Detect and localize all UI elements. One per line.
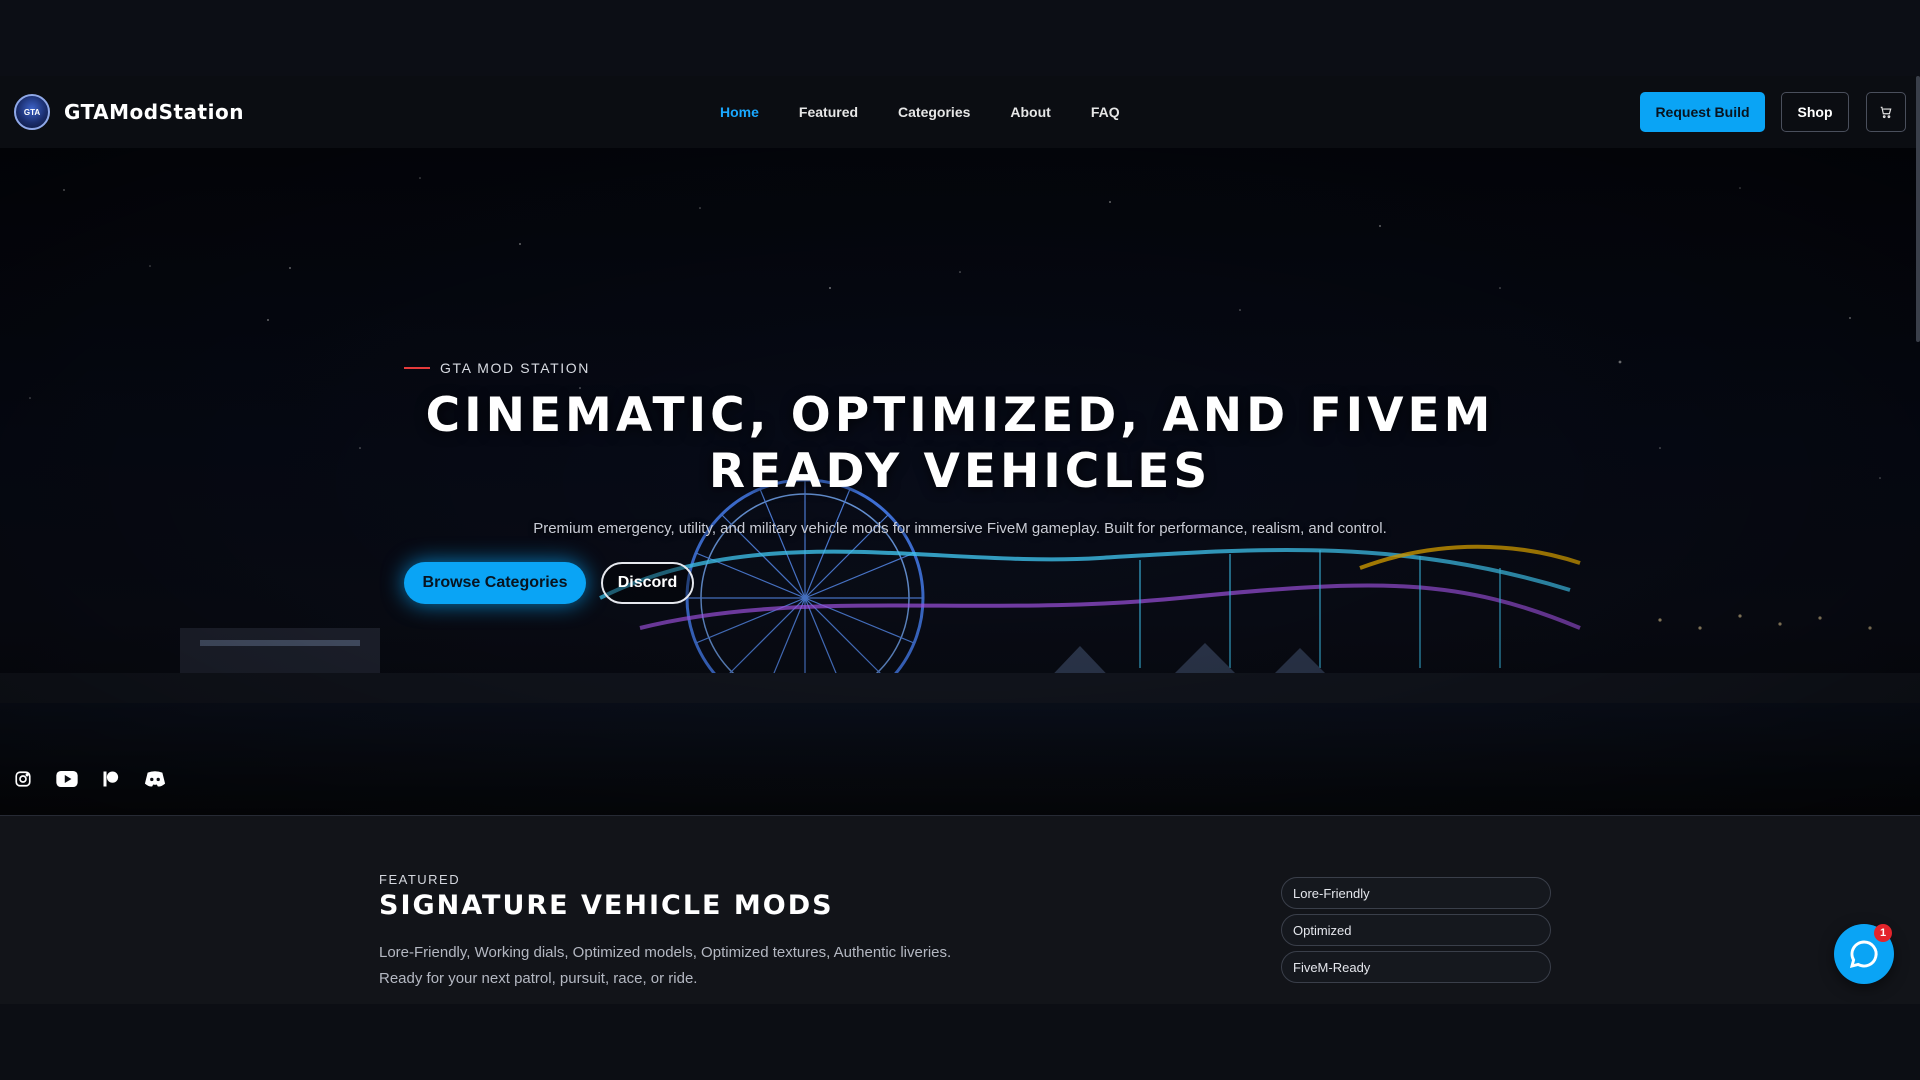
chat-bubble-icon bbox=[1849, 940, 1878, 969]
nav-featured[interactable]: Featured bbox=[799, 104, 858, 120]
patreon-icon bbox=[103, 771, 119, 787]
hero-title-line1: CINEMATIC, OPTIMIZED, AND FIVEM bbox=[425, 388, 1495, 443]
discord-icon bbox=[144, 771, 166, 787]
brand[interactable]: GTA GTAModStation bbox=[14, 94, 244, 130]
eyebrow-accent-line bbox=[404, 367, 430, 369]
feature-tags: Lore-Friendly Optimized FiveM-Ready bbox=[1281, 877, 1551, 988]
discord-link[interactable] bbox=[144, 768, 166, 790]
instagram-link[interactable] bbox=[12, 768, 34, 790]
tag-optimized: Optimized bbox=[1281, 914, 1551, 946]
cart-icon bbox=[1880, 106, 1892, 119]
browse-categories-button[interactable]: Browse Categories bbox=[404, 562, 586, 604]
featured-section: FEATURED SIGNATURE VEHICLE MODS Lore-Fri… bbox=[0, 816, 1920, 1004]
social-links bbox=[12, 768, 188, 790]
hero: GTA MOD STATION CINEMATIC, OPTIMIZED, AN… bbox=[0, 148, 1920, 816]
bottom-band bbox=[0, 1004, 1920, 1080]
request-build-button[interactable]: Request Build bbox=[1640, 92, 1765, 132]
hero-title: CINEMATIC, OPTIMIZED, AND FIVEM READY VE… bbox=[360, 388, 1560, 500]
discord-button[interactable]: Discord bbox=[601, 562, 694, 604]
brand-logo-icon: GTA bbox=[14, 94, 50, 130]
navbar: GTA GTAModStation Home Featured Categori… bbox=[0, 76, 1920, 148]
featured-description: Lore-Friendly, Working dials, Optimized … bbox=[379, 944, 952, 987]
brand-logo-text: GTA bbox=[23, 107, 41, 117]
tag-fivem-ready: FiveM-Ready bbox=[1281, 951, 1551, 983]
nav-faq[interactable]: FAQ bbox=[1091, 104, 1120, 120]
patreon-link[interactable] bbox=[100, 768, 122, 790]
chat-notification-badge: 1 bbox=[1874, 924, 1892, 942]
featured-eyebrow: FEATURED bbox=[379, 872, 461, 887]
hero-title-line2: READY VEHICLES bbox=[708, 444, 1212, 499]
nav-home[interactable]: Home bbox=[720, 104, 759, 120]
tag-lore-friendly: Lore-Friendly bbox=[1281, 877, 1551, 909]
brand-name: GTAModStation bbox=[64, 100, 244, 124]
nav-categories[interactable]: Categories bbox=[898, 104, 970, 120]
youtube-link[interactable] bbox=[56, 768, 78, 790]
hero-eyebrow: GTA MOD STATION bbox=[404, 360, 590, 376]
page-scrollbar[interactable] bbox=[1916, 76, 1920, 342]
featured-title: SIGNATURE VEHICLE MODS bbox=[379, 890, 834, 921]
nav-links: Home Featured Categories About FAQ bbox=[720, 76, 1160, 148]
shop-button[interactable]: Shop bbox=[1781, 92, 1849, 132]
cart-button[interactable] bbox=[1866, 92, 1906, 132]
youtube-icon bbox=[56, 771, 78, 787]
top-band bbox=[0, 0, 1920, 76]
instagram-icon bbox=[15, 771, 31, 787]
nav-about[interactable]: About bbox=[1010, 104, 1050, 120]
hero-eyebrow-text: GTA MOD STATION bbox=[440, 360, 590, 376]
hero-subtitle: Premium emergency, utility, and military… bbox=[533, 520, 1387, 537]
